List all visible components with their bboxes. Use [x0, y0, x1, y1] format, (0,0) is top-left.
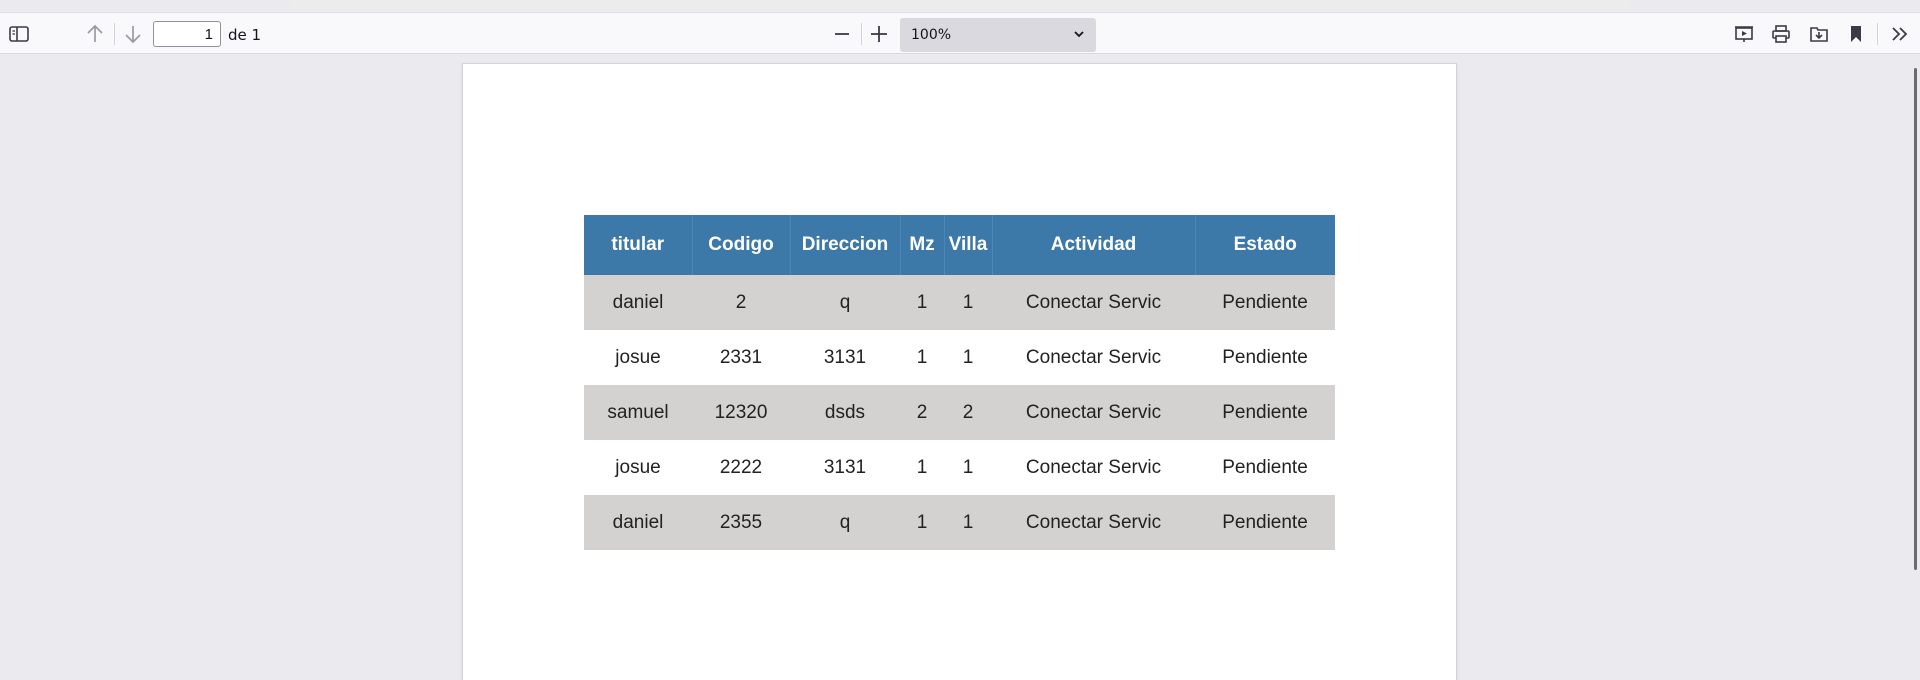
table-header-row: titular Codigo Direccion Mz Villa Activi… [584, 215, 1335, 275]
zoom-value: 100% [911, 27, 952, 43]
top-strip [290, 0, 1630, 8]
pdf-toolbar: de 1 100% [0, 12, 1920, 54]
toolbar-separator [114, 23, 115, 45]
cell-actividad: Conectar Servic [992, 495, 1195, 550]
table-row: daniel 2 q 1 1 Conectar Servic Pendiente [584, 275, 1335, 330]
header-estado: Estado [1194, 215, 1335, 275]
double-chevron-right-icon[interactable] [1887, 21, 1913, 47]
minus-icon[interactable] [829, 21, 855, 47]
cell-estado: Pendiente [1195, 440, 1335, 495]
cell-actividad: Conectar Servic [992, 275, 1195, 330]
presentation-icon[interactable] [1731, 21, 1757, 47]
cell-villa: 1 [944, 330, 992, 385]
table-row: josue 2331 3131 1 1 Conectar Servic Pend… [584, 330, 1335, 385]
header-mz: Mz [899, 215, 944, 275]
vertical-scrollbar[interactable] [1914, 68, 1917, 570]
sidebar-toggle-icon[interactable] [6, 21, 32, 47]
header-titular: titular [584, 215, 692, 275]
cell-codigo: 12320 [692, 385, 790, 440]
table-row: samuel 12320 dsds 2 2 Conectar Servic Pe… [584, 385, 1335, 440]
cell-codigo: 2 [692, 275, 790, 330]
cell-actividad: Conectar Servic [992, 385, 1195, 440]
cell-mz: 1 [900, 495, 944, 550]
arrow-up-icon[interactable] [82, 21, 108, 47]
cell-titular: josue [584, 330, 692, 385]
toolbar-separator [861, 23, 862, 45]
toolbar-separator [1877, 23, 1878, 45]
cell-villa: 1 [944, 440, 992, 495]
cell-estado: Pendiente [1195, 330, 1335, 385]
plus-icon[interactable] [866, 21, 892, 47]
chevron-down-icon [1073, 18, 1085, 65]
cell-direccion: dsds [790, 385, 900, 440]
cell-codigo: 2222 [692, 440, 790, 495]
cell-titular: samuel [584, 385, 692, 440]
cell-actividad: Conectar Servic [992, 330, 1195, 385]
arrow-down-icon[interactable] [120, 21, 146, 47]
cell-estado: Pendiente [1195, 275, 1335, 330]
table-row: daniel 2355 q 1 1 Conectar Servic Pendie… [584, 495, 1335, 550]
cell-mz: 1 [900, 440, 944, 495]
pdf-page: titular Codigo Direccion Mz Villa Activi… [463, 64, 1456, 680]
cell-villa: 1 [944, 495, 992, 550]
zoom-select[interactable]: 100% [900, 18, 1096, 52]
cell-villa: 1 [944, 275, 992, 330]
cell-codigo: 2331 [692, 330, 790, 385]
table-row: josue 2222 3131 1 1 Conectar Servic Pend… [584, 440, 1335, 495]
header-codigo: Codigo [691, 215, 790, 275]
cell-mz: 1 [900, 330, 944, 385]
cell-direccion: 3131 [790, 330, 900, 385]
cell-direccion: 3131 [790, 440, 900, 495]
cell-codigo: 2355 [692, 495, 790, 550]
report-table: titular Codigo Direccion Mz Villa Activi… [584, 215, 1335, 550]
cell-estado: Pendiente [1195, 495, 1335, 550]
cell-mz: 1 [900, 275, 944, 330]
cell-direccion: q [790, 495, 900, 550]
cell-titular: josue [584, 440, 692, 495]
page-number-input[interactable] [153, 21, 221, 47]
cell-estado: Pendiente [1195, 385, 1335, 440]
print-icon[interactable] [1768, 21, 1794, 47]
cell-villa: 2 [944, 385, 992, 440]
cell-titular: daniel [584, 275, 692, 330]
bookmark-icon[interactable] [1843, 21, 1869, 47]
cell-titular: daniel [584, 495, 692, 550]
page-count-label: de 1 [228, 26, 262, 44]
cell-direccion: q [790, 275, 900, 330]
header-villa: Villa [943, 215, 992, 275]
save-icon[interactable] [1806, 21, 1832, 47]
cell-mz: 2 [900, 385, 944, 440]
header-actividad: Actividad [991, 215, 1195, 275]
header-direccion: Direccion [789, 215, 900, 275]
cell-actividad: Conectar Servic [992, 440, 1195, 495]
